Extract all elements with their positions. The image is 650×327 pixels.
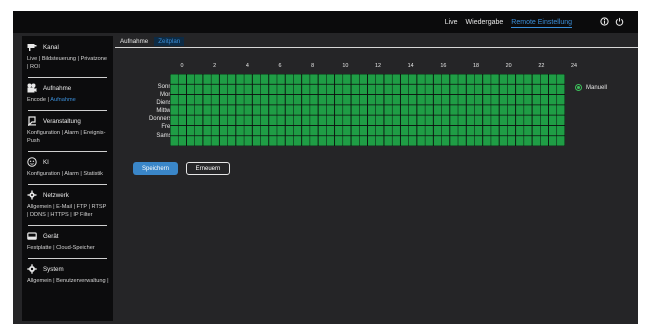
manual-radio[interactable] bbox=[575, 84, 582, 91]
power-icon[interactable] bbox=[615, 17, 624, 26]
schedule-grid[interactable] bbox=[170, 74, 565, 146]
sidebar-title-veranstaltung: Veranstaltung bbox=[43, 117, 81, 125]
section-header: Veranstaltung bbox=[27, 116, 113, 126]
sidebar-links-veranstaltung[interactable]: Konfiguration | Alarm | Ereignis-Push bbox=[27, 129, 113, 145]
tab-bar: Aufnahme Zeitplan bbox=[118, 37, 185, 46]
section-header: KI bbox=[27, 157, 113, 167]
nav-live[interactable]: Live bbox=[445, 19, 458, 28]
event-icon bbox=[28, 116, 36, 126]
main-panel: Aufnahme Zeitplan 0 2 4 6 8 10 12 14 16 18 20 22 24 … bbox=[115, 36, 638, 321]
recording-icon bbox=[27, 83, 37, 93]
hour-label-22: 22 bbox=[538, 63, 545, 69]
sidebar-title-aufnahme: Aufnahme bbox=[43, 84, 72, 92]
sidebar-section-geraet[interactable]: Gerät Festplatte | Cloud-Speicher bbox=[22, 225, 113, 258]
top-navigation: Live Wiedergabe Remote Einstellung bbox=[445, 19, 572, 28]
hour-label-12: 12 bbox=[375, 63, 381, 69]
hdd-device-icon bbox=[27, 232, 37, 240]
sidebar-section-aufnahme[interactable]: Aufnahme Encode | Aufnahme bbox=[22, 77, 113, 110]
hour-label-0: 0 bbox=[180, 63, 184, 69]
refresh-button[interactable]: Erneuern bbox=[186, 162, 230, 175]
sidebar-title-geraet: Gerät bbox=[43, 232, 59, 240]
hour-label-6: 6 bbox=[278, 63, 282, 69]
tab-aufnahme[interactable]: Aufnahme bbox=[118, 37, 150, 46]
info-icon[interactable] bbox=[600, 17, 609, 26]
sidebar-section-ki[interactable]: KI Konfiguration | Alarm | Statistik bbox=[22, 151, 113, 184]
sidebar-links-geraet[interactable]: Festplatte | Cloud-Speicher bbox=[27, 244, 113, 252]
top-bar: Live Wiedergabe Remote Einstellung bbox=[13, 11, 638, 33]
app-window: Live Wiedergabe Remote Einstellung Kanal… bbox=[13, 11, 638, 324]
sidebar-title-kanal: Kanal bbox=[43, 43, 59, 51]
sidebar-title-system: System bbox=[43, 265, 64, 273]
sidebar-section-kanal[interactable]: Kanal Live | Bildsteuerung | Privatzone … bbox=[22, 36, 113, 77]
top-icons bbox=[600, 17, 624, 26]
sidebar-links-ki[interactable]: Konfiguration | Alarm | Statistik bbox=[27, 170, 113, 178]
hour-label-18: 18 bbox=[473, 63, 479, 69]
ai-face-icon bbox=[27, 157, 37, 167]
sidebar-links-kanal[interactable]: Live | Bildsteuerung | Privatzone | ROI bbox=[27, 55, 113, 71]
settings-sidebar: Kanal Live | Bildsteuerung | Privatzone … bbox=[22, 36, 113, 321]
action-buttons: Speichern Erneuern bbox=[133, 162, 230, 175]
save-button[interactable]: Speichern bbox=[133, 162, 178, 175]
tab-divider bbox=[115, 47, 638, 48]
mode-manual-option[interactable]: Manuell bbox=[575, 84, 607, 91]
sidebar-title-ki: KI bbox=[43, 158, 49, 166]
nav-playback[interactable]: Wiedergabe bbox=[466, 19, 504, 28]
sidebar-section-netzwerk[interactable]: Netzwerk Allgemein | E-Mail | FTP | RTSP… bbox=[22, 184, 113, 225]
tab-zeitplan[interactable]: Zeitplan bbox=[154, 37, 185, 46]
sidebar-link-aufnahme[interactable]: Aufnahme bbox=[50, 97, 76, 103]
network-gear-icon bbox=[27, 190, 37, 200]
hour-label-10: 10 bbox=[342, 63, 349, 69]
hour-label-20: 20 bbox=[505, 63, 512, 69]
sidebar-section-system[interactable]: System Allgemein | Benutzerverwaltung | bbox=[22, 258, 113, 291]
hour-label-24: 24 bbox=[571, 63, 577, 69]
sidebar-links-aufnahme: Encode | Aufnahme bbox=[27, 96, 113, 104]
sidebar-links-system[interactable]: Allgemein | Benutzerverwaltung | bbox=[27, 277, 113, 285]
manual-label: Manuell bbox=[586, 84, 608, 91]
system-gear-icon bbox=[27, 264, 37, 274]
hour-label-2: 2 bbox=[213, 63, 217, 69]
section-header: Netzwerk bbox=[27, 190, 113, 200]
sidebar-link-encode[interactable]: Encode | bbox=[27, 97, 50, 103]
sidebar-section-veranstaltung[interactable]: Veranstaltung Konfiguration | Alarm | Er… bbox=[22, 110, 113, 151]
section-header: Gerät bbox=[27, 231, 113, 241]
hour-label-4: 4 bbox=[245, 63, 249, 69]
section-header: Aufnahme bbox=[27, 83, 113, 93]
hour-label-8: 8 bbox=[311, 63, 315, 69]
section-header: Kanal bbox=[27, 42, 113, 52]
section-header: System bbox=[27, 264, 113, 274]
sidebar-links-netzwerk[interactable]: Allgemein | E-Mail | FTP | RTSP | DDNS |… bbox=[27, 203, 113, 219]
hour-axis: 0 2 4 6 8 10 12 14 16 18 20 22 24 bbox=[180, 63, 578, 71]
hour-label-14: 14 bbox=[407, 63, 414, 69]
sidebar-title-netzwerk: Netzwerk bbox=[43, 191, 69, 199]
camera-icon bbox=[27, 44, 37, 51]
hour-label-16: 16 bbox=[440, 63, 447, 69]
nav-remote-settings[interactable]: Remote Einstellung bbox=[511, 19, 572, 28]
